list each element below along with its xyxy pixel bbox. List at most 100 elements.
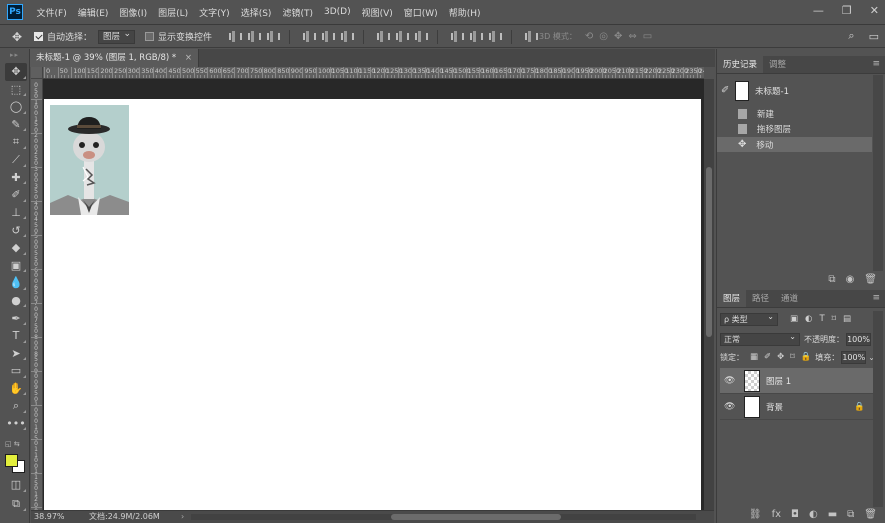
menu-3d[interactable]: 3D(D) [318,7,356,17]
panel-menu-icon[interactable]: ≡ [872,293,880,303]
search-icon[interactable]: ⌕ [848,29,854,43]
screen-mode-icon[interactable]: ⧉ [5,495,27,513]
layer-style-icon[interactable]: fx [772,509,781,520]
lock-transparency-icon[interactable]: ▦ [750,352,758,362]
3d-mode-icons[interactable]: ⟲◎✥⇔▭ [585,31,658,42]
document-canvas[interactable] [44,99,701,510]
layer-kind-filter[interactable]: ρ 类型 [720,311,778,326]
new-layer-icon[interactable]: ⧉ [847,509,854,520]
restore-icon[interactable]: ❐ [842,4,852,17]
status-menu-arrow-icon[interactable]: › [181,511,184,523]
history-brush-tool-icon[interactable]: ↺ [5,221,27,239]
lock-pixels-icon[interactable]: ✐ [764,352,771,362]
auto-select-dropdown[interactable]: 图层 [98,28,136,44]
brush-tool-icon[interactable]: ✐ [5,186,27,204]
canvas-horizontal-scrollbar[interactable] [191,514,696,520]
default-colors-icon[interactable]: ◱ ⇆ [5,440,20,448]
distribute-bottom-icon[interactable] [414,31,429,42]
pixel-filter-icon[interactable]: ▣ [790,314,798,324]
distribute-hcenter-icon[interactable] [469,31,484,42]
trash-icon[interactable]: 🗑 [864,509,877,520]
eraser-tool-icon[interactable]: ◆ [5,239,27,257]
lock-all-icon[interactable]: 🔒 [801,352,812,362]
canvas-vertical-scrollbar[interactable] [704,79,714,510]
align-bottom-icon[interactable] [266,31,281,42]
adjustment-layer-icon[interactable]: ◐ [809,509,818,520]
close-tab-icon[interactable]: × [185,53,192,63]
history-item[interactable]: 新建 [717,106,872,121]
history-snapshot[interactable]: 未标题-1 [717,79,885,103]
layer-row-selected[interactable]: 👁 图层 1 [720,368,873,394]
tab-history[interactable]: 历史记录 [717,56,764,73]
show-transform-checkbox[interactable] [145,32,155,41]
type-filter-icon[interactable]: T [819,314,824,324]
layer-image-ostrich-portrait[interactable] [50,105,129,215]
layer-mask-icon[interactable]: ◘ [791,509,799,520]
dodge-tool-icon[interactable]: ● [5,292,27,310]
move-tool-icon[interactable]: ✥ [5,63,27,81]
menu-window[interactable]: 窗口(W) [398,6,443,19]
history-item-selected[interactable]: ✥ 移动 [717,137,872,152]
adjustment-filter-icon[interactable]: ◐ [805,314,812,324]
smart-object-filter-icon[interactable]: ▤ [843,314,851,324]
zoom-tool-icon[interactable]: ⌕ [5,397,27,415]
zoom-level[interactable]: 38.97% [34,511,65,523]
menu-edit[interactable]: 编辑(E) [72,6,114,19]
align-left-icon[interactable] [302,31,317,42]
auto-select-checkbox[interactable] [34,32,43,41]
document-info[interactable]: 文档:24.9M/2.06M [89,511,160,523]
eye-icon[interactable]: 👁 [724,376,738,386]
fill-field[interactable]: 100% [841,350,867,364]
align-top-icon[interactable] [228,31,243,42]
eye-icon[interactable]: 👁 [724,402,738,412]
tab-adjustments[interactable]: 调整 [763,56,792,73]
blur-tool-icon[interactable]: 💧 [5,274,27,292]
opacity-field[interactable]: 100% [846,332,871,346]
align-right-icon[interactable] [340,31,355,42]
history-scrollbar[interactable] [873,75,883,271]
trash-icon[interactable]: 🗑 [864,274,877,285]
menu-select[interactable]: 选择(S) [235,6,277,19]
move-tool-preset-icon[interactable]: ✥ [12,30,34,44]
vertical-ruler[interactable]: 0501001502002503003504004505005506006507… [31,79,43,510]
menu-view[interactable]: 视图(V) [356,6,398,19]
tab-layers[interactable]: 图层 [717,290,747,307]
foreground-color-swatch[interactable] [5,454,18,467]
menu-layer[interactable]: 图层(L) [153,6,194,19]
close-icon[interactable]: ✕ [870,4,879,17]
lock-artboard-icon[interactable]: ⌑ [790,352,794,362]
gradient-tool-icon[interactable]: ▣ [5,257,27,275]
new-document-from-state-icon[interactable]: ⧉ [828,274,835,285]
menu-help[interactable]: 帮助(H) [443,6,486,19]
healing-brush-tool-icon[interactable]: ✚ [5,169,27,187]
lock-position-icon[interactable]: ✥ [777,352,784,362]
align-vcenter-icon[interactable] [247,31,262,42]
camera-icon[interactable]: ◉ [846,274,855,285]
vertical-scroll-thumb[interactable] [706,167,712,337]
history-item[interactable]: 拖移图层 [717,121,872,136]
layers-scrollbar[interactable] [873,311,883,507]
blend-mode-dropdown[interactable]: 正常 [720,331,800,346]
quick-mask-icon[interactable]: ◫ [5,476,27,494]
lasso-tool-icon[interactable]: ◯ [5,98,27,116]
distribute-top-icon[interactable] [376,31,391,42]
menu-file[interactable]: 文件(F) [31,6,72,19]
horizontal-ruler[interactable]: 0 50 100 150 200 250 300 350 400 450 500 550 600 650 7… [43,67,704,79]
eyedropper-tool-icon[interactable]: ⟋ [5,151,27,169]
auto-align-icon[interactable] [524,31,539,42]
pen-tool-icon[interactable]: ✒ [5,309,27,327]
more-tools-icon[interactable]: ••• [5,415,27,433]
path-select-tool-icon[interactable]: ➤ [5,345,27,363]
distribute-vcenter-icon[interactable] [395,31,410,42]
hand-tool-icon[interactable]: ✋ [5,380,27,398]
menu-type[interactable]: 文字(Y) [194,6,236,19]
quick-select-tool-icon[interactable]: ✎ [5,116,27,134]
shape-filter-icon[interactable]: ⌑ [832,314,836,324]
tab-channels[interactable]: 通道 [775,290,804,307]
menu-image[interactable]: 图像(I) [114,6,153,19]
new-group-icon[interactable]: ▬ [828,509,837,520]
color-swatches[interactable] [5,450,27,474]
minimize-icon[interactable]: — [813,4,824,17]
clone-stamp-tool-icon[interactable]: ⊥ [5,204,27,222]
distribute-left-icon[interactable] [450,31,465,42]
